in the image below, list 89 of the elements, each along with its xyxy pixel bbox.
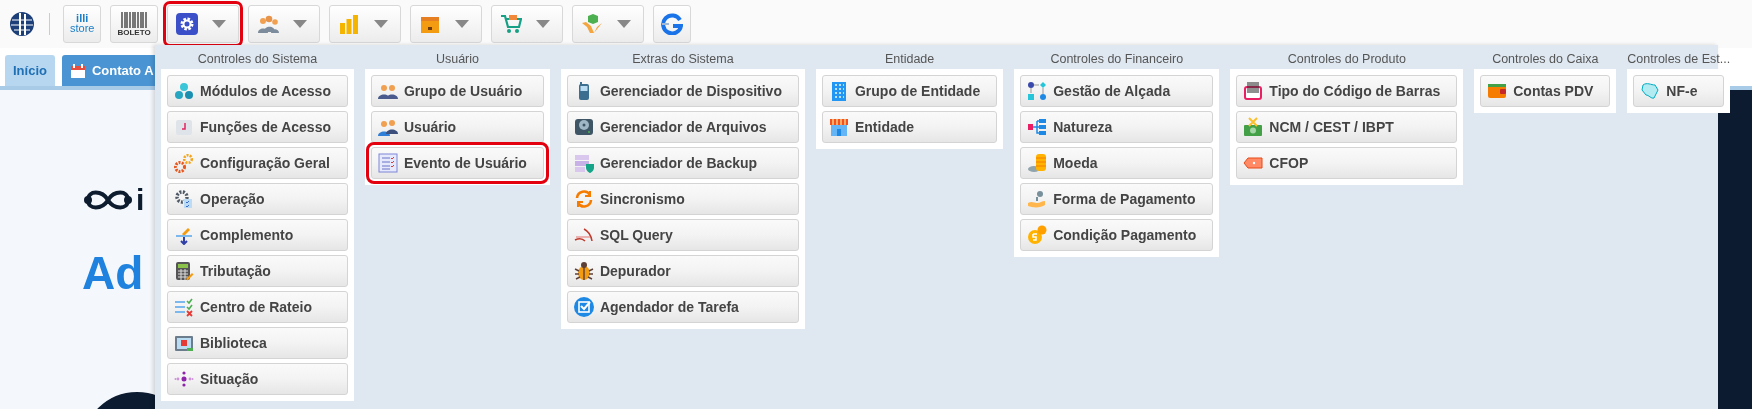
caret-icon bbox=[373, 20, 388, 28]
refresh-button[interactable] bbox=[652, 5, 691, 43]
column-heading: Usuário bbox=[434, 51, 480, 68]
column-heading: Controles do Caixa bbox=[1491, 51, 1600, 68]
gear-checklist-icon bbox=[174, 189, 194, 209]
disk-drive-icon bbox=[573, 117, 594, 137]
menu-item[interactable]: Gerenciador de Arquivos bbox=[566, 111, 799, 143]
menu-dropdown-button[interactable] bbox=[247, 5, 320, 43]
menu-item[interactable]: Usuário bbox=[371, 111, 544, 143]
menu-item[interactable]: Módulos de Acesso bbox=[167, 75, 348, 107]
hands-box-icon bbox=[580, 13, 603, 35]
boleto-button[interactable]: BOLETO bbox=[110, 5, 158, 43]
gears-icon bbox=[174, 153, 194, 173]
menu-item[interactable]: Tributação bbox=[167, 255, 348, 287]
column-heading: Extras do Sistema bbox=[631, 51, 735, 68]
menu-item[interactable]: Natureza bbox=[1020, 111, 1214, 143]
menu-item[interactable]: Operação bbox=[167, 183, 348, 215]
flowchart-icon bbox=[1027, 81, 1048, 101]
menu-item[interactable]: Situação bbox=[167, 363, 348, 395]
menu-item[interactable]: Biblioteca bbox=[167, 327, 348, 359]
bug-icon bbox=[573, 261, 594, 281]
cubes-icon bbox=[174, 81, 194, 101]
cart-icon bbox=[499, 13, 522, 35]
menu-item[interactable]: Centro de Rateio bbox=[167, 291, 348, 323]
caret-icon bbox=[292, 20, 307, 28]
column-heading: Controles do Sistema bbox=[196, 51, 319, 68]
hierarchy-icon bbox=[1027, 117, 1048, 137]
menu-item[interactable]: Condição Pagamento bbox=[1020, 219, 1214, 251]
users-icon bbox=[378, 117, 398, 137]
menu-item[interactable]: Moeda bbox=[1020, 147, 1214, 179]
caret-icon bbox=[616, 20, 631, 28]
gear-icon bbox=[175, 13, 198, 35]
globe-logo-icon bbox=[8, 10, 36, 38]
checklist-icon bbox=[378, 153, 398, 173]
menu-item[interactable]: Agendador de Tarefa bbox=[566, 291, 799, 323]
menu-dropdown-button[interactable] bbox=[409, 5, 482, 43]
coins-icon bbox=[337, 13, 360, 35]
dots-icon bbox=[174, 369, 194, 389]
menu-item[interactable]: Sincronismo bbox=[566, 183, 799, 215]
people-icon bbox=[256, 13, 279, 35]
refresh-icon bbox=[660, 13, 683, 35]
database-shield-icon bbox=[573, 153, 594, 173]
barcode-icon bbox=[121, 11, 148, 28]
menu-item[interactable]: NCM / CEST / IBPT bbox=[1236, 111, 1458, 143]
menu-dropdown-button[interactable] bbox=[490, 5, 563, 43]
menu-item[interactable]: Funções de Acesso bbox=[167, 111, 348, 143]
coin-icon bbox=[1027, 225, 1048, 245]
menu-item[interactable]: Forma de Pagamento bbox=[1020, 183, 1214, 215]
menu-item[interactable]: Tipo do Código de Barras bbox=[1236, 75, 1458, 107]
menu-item[interactable]: Contas PDV bbox=[1480, 75, 1611, 107]
hand-coin-icon bbox=[1027, 189, 1048, 209]
banknote-icon bbox=[1243, 117, 1264, 137]
menu-item[interactable]: Depurador bbox=[566, 255, 799, 287]
caret-icon bbox=[535, 20, 550, 28]
coins-icon bbox=[1027, 153, 1048, 173]
logo-text: i bbox=[136, 185, 145, 215]
document-icon bbox=[174, 117, 194, 137]
menu-item[interactable]: Complemento bbox=[167, 219, 348, 251]
column-heading: Controles do Financeiro bbox=[1049, 51, 1185, 68]
menu-item[interactable]: Gerenciador de Dispositivo bbox=[566, 75, 799, 107]
menu-item[interactable]: Grupo de Entidade bbox=[821, 75, 998, 107]
column-heading: Controles de Est... bbox=[1627, 51, 1731, 68]
store-button[interactable]: illi store bbox=[63, 5, 102, 43]
sync-icon bbox=[573, 189, 594, 209]
checklist-icon bbox=[174, 297, 194, 317]
menu-item[interactable]: Entidade bbox=[821, 111, 998, 143]
pencil-arrow-icon bbox=[174, 225, 194, 245]
checkbox-icon bbox=[573, 297, 594, 317]
wallet-icon bbox=[1487, 81, 1508, 101]
picture-frame-icon bbox=[174, 333, 194, 353]
menu-item[interactable]: Grupo de Usuário bbox=[371, 75, 544, 107]
caret-icon bbox=[454, 20, 469, 28]
calculator-icon bbox=[174, 261, 194, 281]
column-heading: Entidade bbox=[883, 51, 936, 68]
column-heading: Controles do Produto bbox=[1286, 51, 1407, 68]
hero-heading: Ad bbox=[82, 250, 144, 296]
menu-dropdown-button[interactable] bbox=[571, 5, 644, 43]
tab[interactable]: Início bbox=[5, 55, 55, 86]
calendar-icon bbox=[69, 62, 86, 79]
menu-item[interactable]: NF-e bbox=[1633, 75, 1725, 107]
storefront-icon bbox=[828, 117, 849, 137]
menu-item[interactable]: SQL Query bbox=[566, 219, 799, 251]
menu-item[interactable]: Configuração Geral bbox=[167, 147, 348, 179]
menu-item[interactable]: CFOP bbox=[1236, 147, 1458, 179]
menu-item[interactable]: Gerenciador de Backup bbox=[566, 147, 799, 179]
divider bbox=[49, 13, 50, 35]
menu-item[interactable]: Gestão de Alçada bbox=[1020, 75, 1214, 107]
caret-icon bbox=[211, 20, 226, 28]
barcode-icon bbox=[1243, 81, 1264, 101]
